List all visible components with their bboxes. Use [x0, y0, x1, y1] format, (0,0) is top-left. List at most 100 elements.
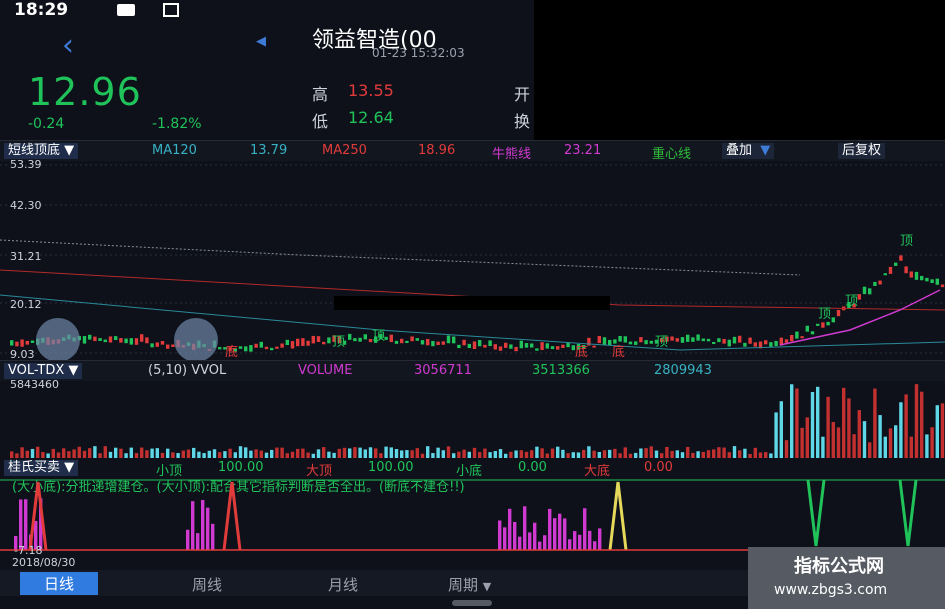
tab-weekly[interactable]: 周线: [192, 574, 222, 595]
candle: [810, 331, 815, 335]
signal-spike: [898, 479, 918, 547]
redaction-block: [334, 296, 610, 310]
volume-params: (5,10) VVOL: [148, 363, 227, 378]
candle: [82, 336, 87, 344]
indicator2-chart[interactable]: [0, 478, 945, 554]
candle: [738, 335, 742, 343]
candle: [925, 277, 929, 282]
candle: [171, 344, 175, 347]
volume-bar: [155, 448, 159, 458]
volume-selector[interactable]: VOL-TDX ▼: [4, 363, 83, 379]
candle: [764, 340, 768, 345]
candle: [790, 334, 794, 342]
candle: [519, 340, 523, 349]
volume-bar: [665, 447, 669, 458]
volume-bar: [805, 417, 809, 458]
volume-bar: [753, 447, 757, 458]
volume-bar: [826, 396, 830, 458]
candle: [509, 344, 513, 349]
candle: [836, 309, 841, 317]
indicator2-bar: [503, 527, 507, 550]
volume-bar: [348, 448, 352, 458]
ma250-value: 18.96: [418, 143, 456, 158]
price-chart[interactable]: 顶 顶 顶 顶 顶 顶 底 底 底: [0, 160, 945, 360]
candle: [888, 266, 893, 274]
volume-ma5: 3513366: [532, 363, 590, 378]
top-annotation: 顶: [655, 335, 668, 350]
candle: [452, 336, 456, 344]
candle: [30, 340, 35, 343]
indicator2-bar: [583, 508, 587, 550]
candle: [426, 338, 430, 346]
volume-bar: [62, 448, 66, 458]
candle: [732, 336, 737, 344]
volume-bar: [639, 448, 643, 458]
tab-period-label: 周期: [448, 576, 479, 594]
volume-bar: [337, 448, 341, 458]
volume-bar: [358, 447, 362, 458]
volume-bar: [519, 450, 523, 458]
candle: [249, 345, 253, 352]
indicator2-bar: [528, 532, 532, 550]
signal-spike: [608, 481, 628, 551]
volume-bar: [810, 392, 815, 458]
indicator2-bar: [578, 534, 582, 550]
watermark-url: www.zbgs3.com: [774, 582, 888, 598]
indicator2-bar: 桂氏买卖 ▼ 小顶 100.00 大顶 100.00 小底 0.00 大底 0.…: [0, 458, 945, 479]
back-chevron-left-icon[interactable]: ‹: [62, 28, 74, 63]
candle: [504, 342, 508, 348]
indicator2-bar: [538, 541, 542, 550]
indicator2-bar: [588, 530, 592, 550]
candle: [88, 334, 92, 340]
candle: [514, 346, 518, 352]
candle: [649, 340, 653, 344]
candle: [15, 341, 19, 347]
candle: [800, 336, 804, 339]
candle: [129, 338, 133, 345]
dropdown-triangle-icon: ▼: [64, 460, 75, 475]
volume-chart[interactable]: [0, 380, 945, 460]
candle: [769, 342, 773, 347]
candle: [862, 286, 867, 295]
volume-bar: [582, 449, 586, 458]
volume-bar: [784, 440, 789, 458]
volume-bar: [93, 446, 97, 458]
volume-bar: [644, 448, 648, 458]
high-value: 13.55: [348, 81, 394, 100]
dropdown-triangle-icon: ▼: [760, 143, 771, 158]
volume-bar: [259, 450, 263, 458]
restore-button[interactable]: 后复权: [838, 143, 886, 159]
candle: [493, 344, 497, 350]
top-annotation: 顶: [818, 307, 831, 322]
prev-stock-triangle-icon[interactable]: ◀: [256, 34, 266, 49]
volume-bar: [670, 450, 674, 458]
indicator2-selector[interactable]: 桂氏买卖 ▼: [4, 460, 79, 476]
candle: [264, 346, 269, 350]
candle: [244, 346, 248, 352]
volume-bar: [686, 446, 690, 458]
indicator-selector[interactable]: 短线顶底 ▼: [4, 143, 79, 159]
home-indicator[interactable]: [452, 600, 492, 606]
indicator2-bar: [19, 499, 23, 550]
volume-bar: [774, 412, 778, 458]
dropdown-triangle-icon: ▼: [64, 143, 75, 158]
candle: [311, 335, 315, 344]
candle: [644, 340, 648, 345]
tab-monthly[interactable]: 月线: [328, 574, 358, 595]
candle: [441, 341, 445, 345]
volume-bar: [712, 449, 716, 458]
volume-bar: [483, 448, 487, 458]
volume-bar: [140, 447, 144, 458]
volume-bar: [878, 415, 882, 458]
current-price: 12.96: [28, 70, 142, 114]
volume-bar: [103, 446, 107, 458]
tab-daily[interactable]: 日线: [20, 572, 99, 595]
candle: [727, 339, 731, 347]
volume-bar: [472, 447, 477, 458]
tab-period[interactable]: 周期 ▼: [448, 574, 491, 595]
bull-bear-line: [0, 239, 801, 276]
volume-bar: [530, 450, 534, 458]
volume-bar: [192, 447, 196, 458]
overlay-button[interactable]: 叠加 ▼: [722, 143, 775, 159]
volume-bar: [920, 391, 924, 458]
